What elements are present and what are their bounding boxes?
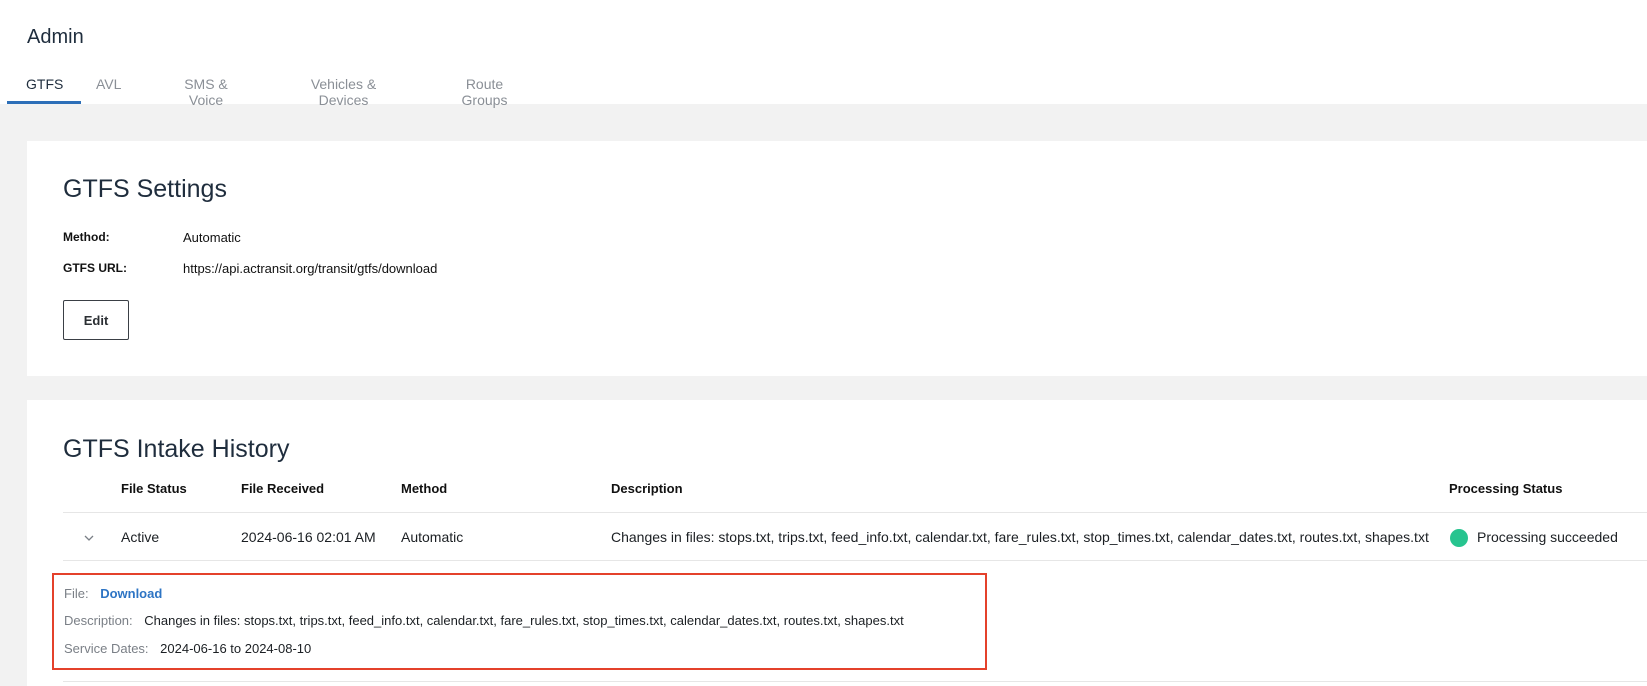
- top-bar: Admin GTFS AVL SMS & Voice Vehicles & De…: [0, 0, 1647, 108]
- gtfs-settings-title: GTFS Settings: [63, 175, 227, 203]
- detail-description-label: Description:: [64, 613, 133, 628]
- method-value: Automatic: [183, 230, 241, 245]
- header-divider: [63, 512, 1647, 513]
- detail-service-dates-value: 2024-06-16 to 2024-08-10: [160, 641, 312, 656]
- cell-processing-status: Processing succeeded: [1477, 529, 1618, 545]
- chevron-down-icon[interactable]: [82, 531, 96, 545]
- cell-description: Changes in files: stops.txt, trips.txt, …: [611, 529, 1429, 545]
- detail-file-label: File:: [64, 586, 89, 601]
- column-header-file-received[interactable]: File Received: [241, 481, 324, 496]
- tab-route-groups[interactable]: Route Groups: [442, 70, 527, 108]
- cell-file-status: Active: [121, 529, 160, 545]
- cell-file-received: 2024-06-16 02:01 AM: [241, 529, 376, 545]
- detail-divider: [63, 681, 1647, 682]
- tab-avl[interactable]: AVL: [96, 70, 121, 104]
- gtfs-url-value: https://api.actransit.org/transit/gtfs/d…: [183, 261, 438, 276]
- detail-description-value: Changes in files: stops.txt, trips.txt, …: [144, 613, 904, 628]
- download-link[interactable]: Download: [100, 586, 162, 601]
- column-header-file-status[interactable]: File Status: [121, 481, 187, 496]
- detail-service-dates-row: Service Dates: 2024-06-16 to 2024-08-10: [64, 641, 311, 656]
- edit-button[interactable]: Edit: [63, 300, 129, 340]
- method-label: Method:: [63, 230, 110, 244]
- tab-sms-voice[interactable]: SMS & Voice: [166, 70, 246, 108]
- column-header-processing-status[interactable]: Processing Status: [1449, 481, 1562, 496]
- gtfs-url-label: GTFS URL:: [63, 261, 127, 275]
- detail-file-row: File: Download: [64, 586, 162, 601]
- detail-description-row: Description: Changes in files: stops.txt…: [64, 613, 904, 628]
- active-tab-indicator: [7, 101, 81, 104]
- success-status-icon: [1450, 529, 1468, 547]
- row-divider: [63, 560, 1647, 561]
- column-header-method[interactable]: Method: [401, 481, 447, 496]
- gtfs-settings-card: GTFS Settings Method: Automatic GTFS URL…: [27, 141, 1647, 376]
- detail-service-dates-label: Service Dates:: [64, 641, 149, 656]
- column-header-description[interactable]: Description: [611, 481, 683, 496]
- gtfs-intake-history-title: GTFS Intake History: [63, 435, 290, 463]
- cell-method: Automatic: [401, 529, 464, 545]
- row-detail-panel: File: Download Description: Changes in f…: [52, 573, 987, 670]
- page-title: Admin: [27, 26, 84, 48]
- tab-gtfs[interactable]: GTFS: [26, 70, 63, 104]
- tab-vehicles-devices[interactable]: Vehicles & Devices: [285, 70, 402, 108]
